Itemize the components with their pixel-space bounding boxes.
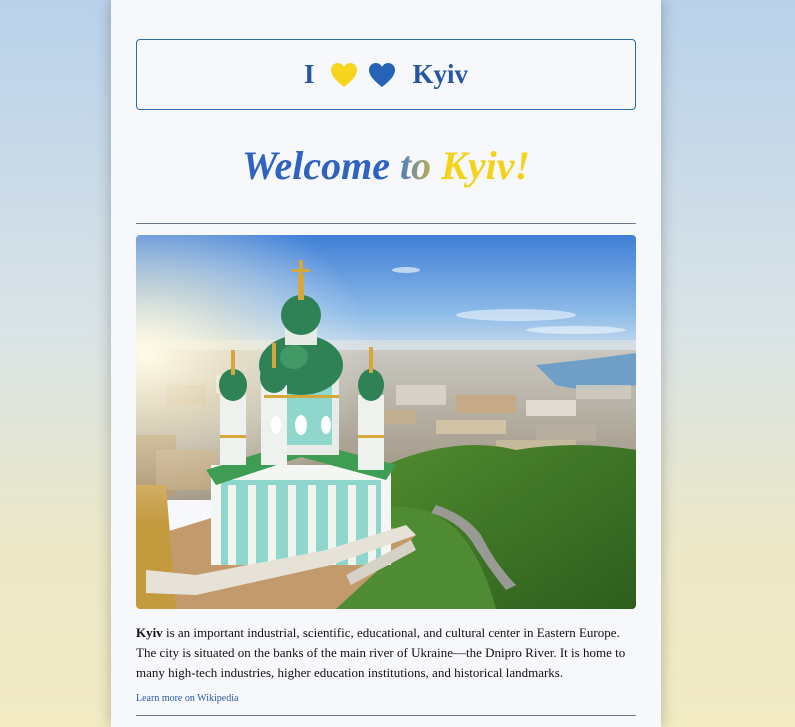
title-city: Kyiv! <box>441 143 531 188</box>
title-welcome: Welcome <box>241 143 391 188</box>
yellow-heart-icon <box>330 62 357 87</box>
city-description: Kyiv is an important industrial, scienti… <box>136 623 636 683</box>
church-illustration <box>136 235 636 609</box>
title-to: to <box>400 143 432 188</box>
divider-bottom <box>136 715 636 716</box>
page-title: Welcome to Kyiv! <box>111 140 661 192</box>
love-word-i: I <box>303 59 315 89</box>
description-text: is an important industrial, scientific, … <box>136 625 626 680</box>
wikipedia-link[interactable]: Learn more on Wikipedia <box>136 693 238 704</box>
kyiv-photo <box>136 235 636 609</box>
content-card: I Kyiv Welcome to Kyiv! Kyiv is an impor… <box>111 0 661 727</box>
love-banner: I Kyiv <box>136 39 636 110</box>
love-city-name: Kyiv <box>412 59 469 89</box>
description-bold-city: Kyiv <box>136 625 163 640</box>
divider-top <box>136 223 636 224</box>
blue-heart-icon <box>368 62 395 87</box>
